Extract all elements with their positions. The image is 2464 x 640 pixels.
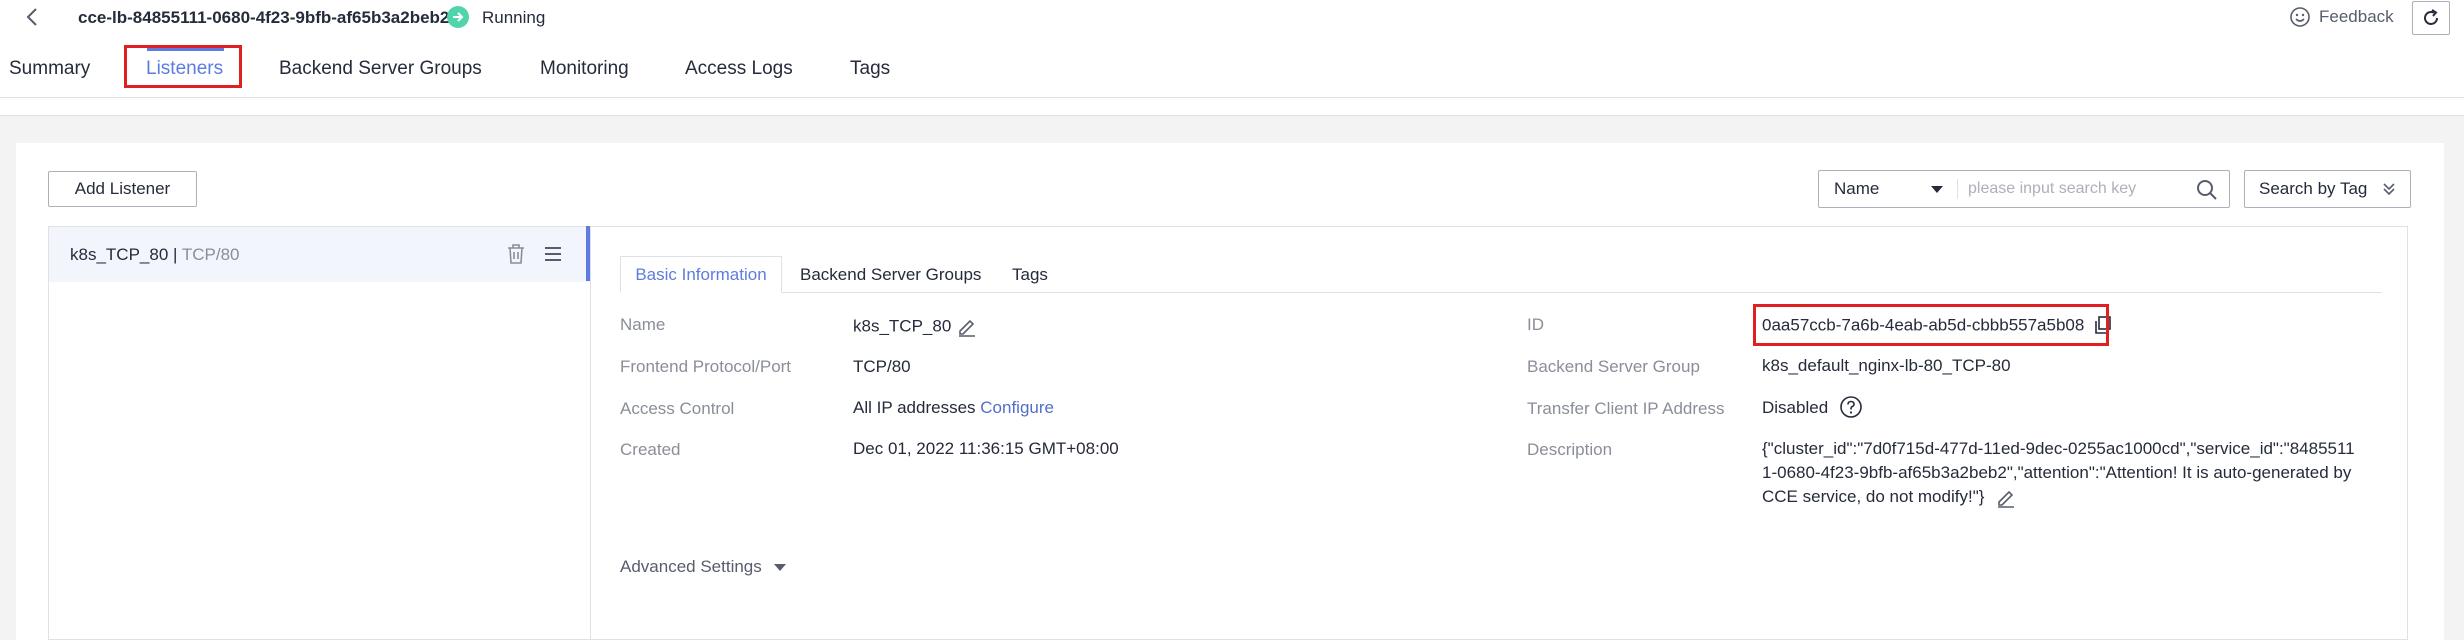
search-field-select[interactable]: Name [1819, 171, 1957, 207]
search-input[interactable] [1968, 173, 2188, 205]
subtab-backend-server-groups[interactable]: Backend Server Groups [800, 256, 981, 293]
created-label: Created [620, 440, 681, 459]
search-divider [1957, 179, 1958, 199]
listener-separator: | [173, 245, 178, 264]
backend-server-group-value: k8s_default_nginx-lb-80_TCP-80 [1762, 356, 2011, 375]
listeners-tab-highlight-box [124, 45, 242, 88]
id-label: ID [1527, 315, 1544, 334]
edit-description-icon[interactable] [1995, 487, 2017, 509]
edit-name-icon[interactable] [956, 316, 978, 338]
listener-port: TCP/80 [181, 245, 240, 264]
tab-access-logs[interactable]: Access Logs [685, 58, 793, 80]
description-label: Description [1527, 440, 1613, 459]
caret-down-icon [773, 563, 786, 571]
caret-down-icon [1931, 186, 1943, 193]
tab-tags[interactable]: Tags [850, 58, 890, 80]
transfer-client-ip-label: Transfer Client IP Address [1527, 399, 1725, 418]
search-icon[interactable] [2195, 178, 2219, 202]
feedback-label: Feedback [2319, 7, 2394, 26]
load-balancer-title: cce-lb-84855111-0680-4f23-9bfb-af65b3a2b… [78, 8, 450, 27]
top-bar: cce-lb-84855111-0680-4f23-9bfb-af65b3a2b… [0, 0, 2464, 36]
access-control-value: All IP addresses [853, 398, 976, 417]
listener-list: k8s_TCP_80 | TCP/80 [48, 226, 591, 640]
backend-server-group-label: Backend Server Group [1527, 357, 1700, 376]
listener-name: k8s_TCP_80 [70, 245, 169, 264]
configure-link[interactable]: Configure [980, 398, 1054, 417]
active-listener-indicator [586, 226, 590, 281]
frontend-protocol-label: Frontend Protocol/Port [620, 357, 792, 376]
double-chevron-down-icon [2383, 183, 2395, 196]
refresh-button[interactable] [2412, 1, 2450, 35]
tab-backend-server-groups[interactable]: Backend Server Groups [279, 58, 482, 80]
menu-icon[interactable] [541, 242, 565, 266]
listener-item-label: k8s_TCP_80 | TCP/80 [70, 245, 240, 265]
description-value: {"cluster_id":"7d0f715d-477d-11ed-9dec-0… [1762, 439, 2355, 506]
advanced-settings-toggle[interactable]: Advanced Settings [620, 557, 786, 577]
frontend-protocol-value: TCP/80 [853, 357, 911, 376]
description-value-block: {"cluster_id":"7d0f715d-477d-11ed-9dec-0… [1762, 437, 2362, 509]
add-listener-button[interactable]: Add Listener [48, 171, 197, 207]
search-box: Name [1818, 170, 2230, 208]
transfer-client-ip-value: Disabled [1762, 398, 1829, 417]
smiley-icon [2290, 7, 2310, 27]
access-control-value-row: All IP addresses Configure [853, 398, 1054, 418]
access-control-label: Access Control [620, 399, 735, 418]
search-by-tag-button[interactable]: Search by Tag [2244, 170, 2411, 208]
subtab-tags[interactable]: Tags [1012, 256, 1048, 293]
tab-summary[interactable]: Summary [9, 58, 90, 80]
running-status-icon [447, 6, 469, 28]
help-icon[interactable] [1838, 394, 1864, 420]
advanced-settings-label: Advanced Settings [620, 557, 762, 576]
search-by-tag-label: Search by Tag [2259, 179, 2368, 198]
search-field-value: Name [1834, 179, 1880, 198]
tab-monitoring[interactable]: Monitoring [540, 58, 629, 80]
refresh-icon [2424, 9, 2438, 25]
feedback-link[interactable]: Feedback [2289, 4, 2394, 30]
chevron-left-icon[interactable] [20, 3, 44, 31]
trash-icon[interactable] [504, 242, 528, 266]
name-value-row: k8s_TCP_80 [853, 316, 978, 338]
created-value: Dec 01, 2022 11:36:15 GMT+08:00 [853, 439, 1119, 458]
name-value: k8s_TCP_80 [853, 316, 952, 336]
name-label: Name [620, 315, 666, 334]
listener-list-item[interactable]: k8s_TCP_80 | TCP/80 [49, 227, 591, 282]
id-highlight-box [1753, 304, 2109, 346]
status-text: Running [482, 8, 546, 27]
subtab-basic-information[interactable]: Basic Information [620, 256, 782, 293]
main-tabs: Summary Listeners Backend Server Groups … [0, 44, 2464, 98]
